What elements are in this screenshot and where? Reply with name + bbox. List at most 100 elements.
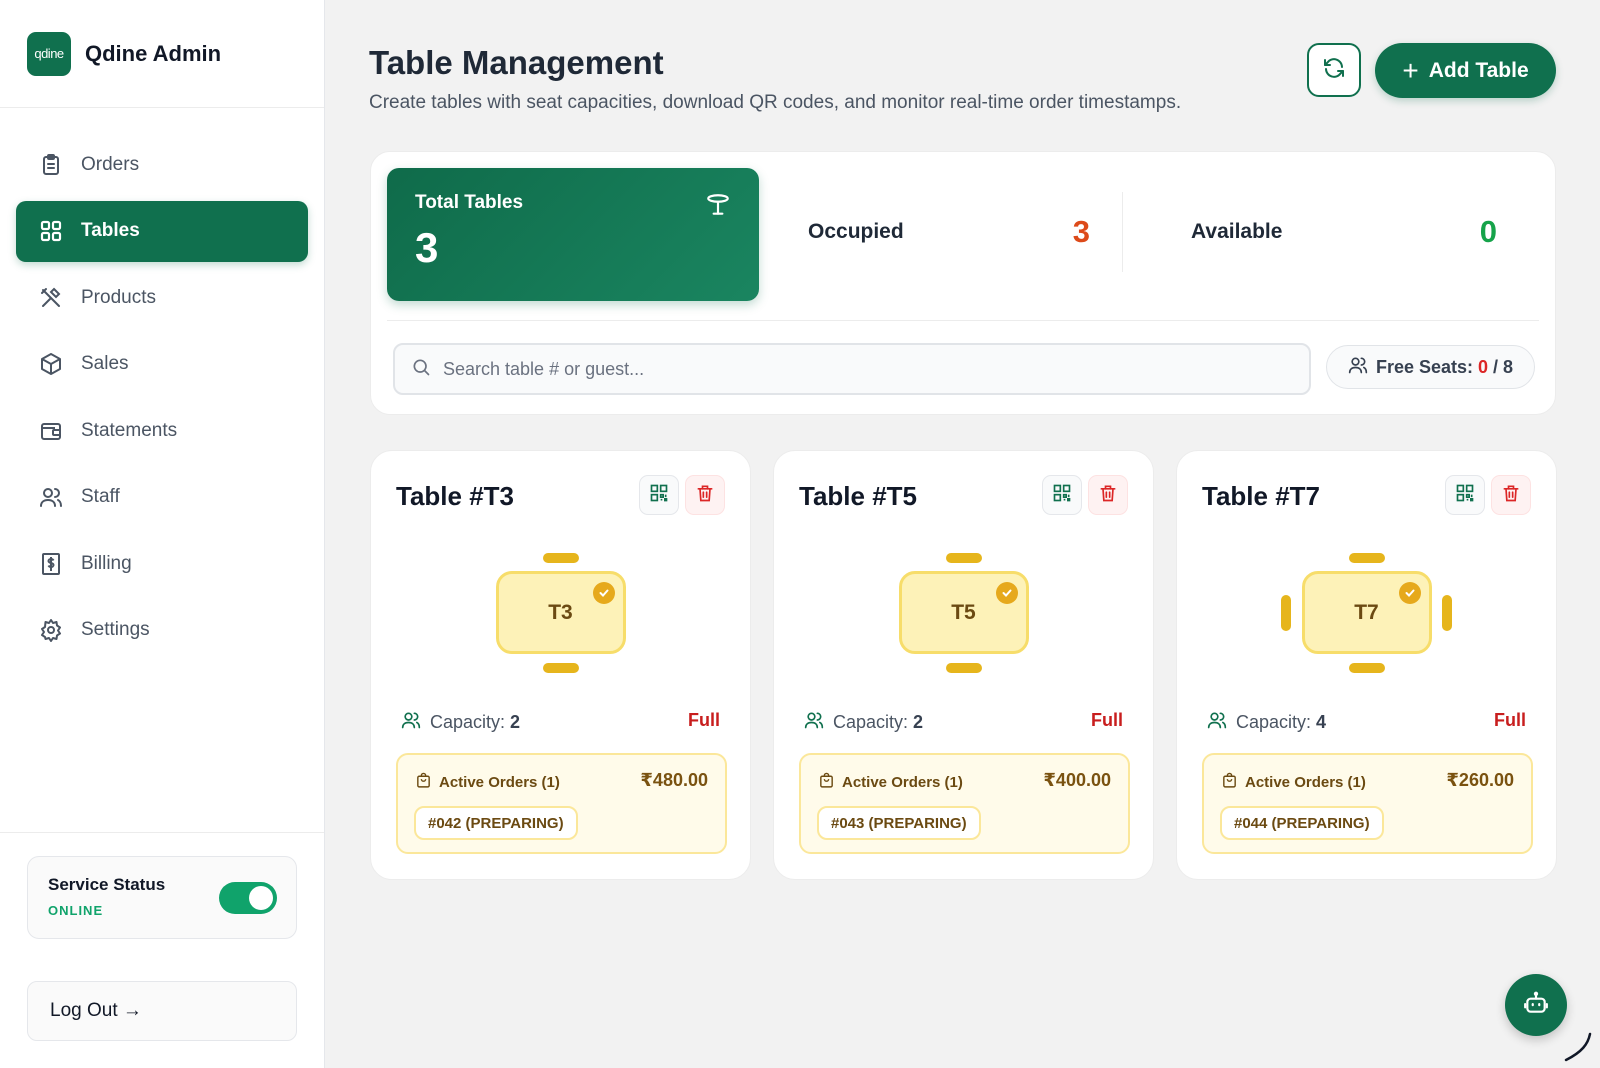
qr-code-button[interactable]: [1042, 475, 1082, 515]
sidebar-footer: Service Status ONLINE Log Out →: [0, 832, 324, 1068]
search-input[interactable]: [443, 358, 1303, 380]
available-stat: Available 0: [1191, 192, 1521, 272]
brand: qdine Qdine Admin: [0, 0, 324, 108]
box-icon: [38, 351, 64, 377]
users-icon: [401, 710, 421, 735]
orders-amount: ₹260.00: [1446, 770, 1514, 790]
active-orders-label: Active Orders (1): [1245, 774, 1366, 791]
qr-code-icon: [1455, 483, 1475, 508]
sidebar-item-billing[interactable]: Billing: [16, 533, 308, 594]
page-subtitle: Create tables with seat capacities, down…: [369, 92, 1182, 113]
table-code: T5: [951, 600, 976, 624]
bag-icon: [1221, 772, 1238, 793]
sidebar-item-label: Sales: [81, 353, 129, 374]
active-orders-header: Active Orders (1): [818, 772, 963, 793]
sidebar-item-label: Statements: [81, 419, 178, 441]
table-card[interactable]: Table #T5 T5 Capacity: 2 Full Active Ord…: [773, 450, 1154, 880]
search-box: [393, 343, 1311, 395]
bag-icon: [818, 772, 835, 793]
delete-button[interactable]: [685, 475, 725, 515]
capacity-value: 2: [510, 712, 521, 732]
table-code: T3: [548, 600, 573, 624]
available-label: Available: [1191, 220, 1283, 243]
table-shape: T3: [495, 571, 626, 654]
active-orders-label: Active Orders (1): [439, 774, 560, 791]
status-badge: Full: [1494, 710, 1526, 730]
sidebar-item-tables[interactable]: Tables: [16, 200, 308, 262]
available-value: 0: [1479, 214, 1497, 249]
search-icon: [411, 357, 431, 382]
toggle-knob: [249, 886, 273, 910]
utensils-icon: [38, 285, 64, 311]
order-chip[interactable]: #043 (PREPARING): [817, 806, 981, 840]
order-chip[interactable]: #044 (PREPARING): [1220, 806, 1384, 840]
free-seats-badge: Free Seats: 0 / 8: [1326, 345, 1535, 389]
sidebar-item-statements[interactable]: Statements: [16, 400, 308, 461]
sidebar-item-label: Billing: [81, 552, 132, 574]
gear-icon: [38, 617, 64, 643]
sidebar-item-label: Products: [81, 286, 156, 308]
active-orders-header: Active Orders (1): [415, 772, 560, 793]
free-seats-free: 0: [1478, 356, 1489, 377]
occupied-stat: Occupied 3: [808, 192, 1123, 272]
active-orders-header: Active Orders (1): [1221, 772, 1366, 793]
table-card[interactable]: Table #T3 T3 Capacity: 2 Full Active Ord…: [370, 450, 751, 880]
table-title: Table #T7: [1202, 481, 1321, 511]
clipboard-icon: [38, 152, 64, 178]
refresh-button[interactable]: [1307, 43, 1361, 97]
seat: [945, 663, 982, 673]
active-orders: Active Orders (1) ₹400.00 #043 (PREPARIN…: [799, 753, 1130, 854]
service-status-card: Service Status ONLINE: [27, 856, 297, 939]
sidebar-item-orders[interactable]: Orders: [16, 134, 308, 195]
qr-code-icon: [649, 483, 669, 508]
capacity: Capacity: 2: [401, 710, 520, 735]
table-title: Table #T3: [396, 481, 515, 511]
brand-name: Qdine Admin: [85, 40, 222, 66]
logout-button[interactable]: Log Out →: [27, 981, 297, 1041]
capacity-label: Capacity:: [1236, 712, 1312, 732]
qr-code-icon: [1052, 483, 1072, 508]
qr-code-button[interactable]: [639, 475, 679, 515]
assistant-button[interactable]: [1505, 974, 1567, 1036]
table-diagram: T5: [774, 553, 1153, 673]
trash-icon: [1098, 483, 1118, 508]
plus-icon: +: [1402, 54, 1419, 86]
users-icon: [804, 710, 824, 735]
seat: [945, 553, 982, 563]
order-chip[interactable]: #042 (PREPARING): [414, 806, 578, 840]
loading-spinner-icon: [1562, 1032, 1592, 1067]
sidebar: qdine Qdine Admin Orders Tables Products: [0, 0, 325, 1068]
capacity: Capacity: 2: [804, 710, 923, 735]
sidebar-item-label: Orders: [81, 153, 140, 175]
capacity-label: Capacity:: [833, 712, 909, 732]
table-shape: T5: [898, 571, 1029, 654]
qr-code-button[interactable]: [1445, 475, 1485, 515]
service-status-toggle[interactable]: [219, 882, 277, 914]
delete-button[interactable]: [1491, 475, 1531, 515]
bag-icon: [415, 772, 432, 793]
active-orders: Active Orders (1) ₹480.00 #042 (PREPARIN…: [396, 753, 727, 854]
divider: [387, 320, 1539, 321]
refresh-icon: [1322, 56, 1346, 85]
status-badge: Full: [1091, 710, 1123, 730]
check-icon: [592, 582, 615, 604]
sidebar-item-settings[interactable]: Settings: [16, 600, 308, 661]
free-seats-total: / 8: [1493, 356, 1514, 377]
wallet-icon: [38, 418, 64, 444]
robot-icon: [1523, 990, 1549, 1021]
active-orders: Active Orders (1) ₹260.00 #044 (PREPARIN…: [1202, 753, 1533, 854]
table-code: T7: [1354, 600, 1379, 624]
sidebar-item-products[interactable]: Products: [16, 267, 308, 328]
table-card[interactable]: Table #T7 T7 Capacity: 4 Full Active Ord…: [1176, 450, 1557, 880]
page-title: Table Management: [369, 44, 664, 81]
check-icon: [995, 582, 1018, 604]
add-table-button[interactable]: + Add Table: [1375, 43, 1556, 98]
total-tables-label: Total Tables: [415, 192, 524, 213]
receipt-icon: [38, 551, 64, 577]
capacity: Capacity: 4: [1207, 710, 1326, 735]
sidebar-item-staff[interactable]: Staff: [16, 467, 308, 528]
delete-button[interactable]: [1088, 475, 1128, 515]
total-tables-card: Total Tables 3: [387, 168, 759, 301]
sidebar-item-label: Settings: [81, 619, 150, 640]
sidebar-item-sales[interactable]: Sales: [16, 334, 308, 395]
